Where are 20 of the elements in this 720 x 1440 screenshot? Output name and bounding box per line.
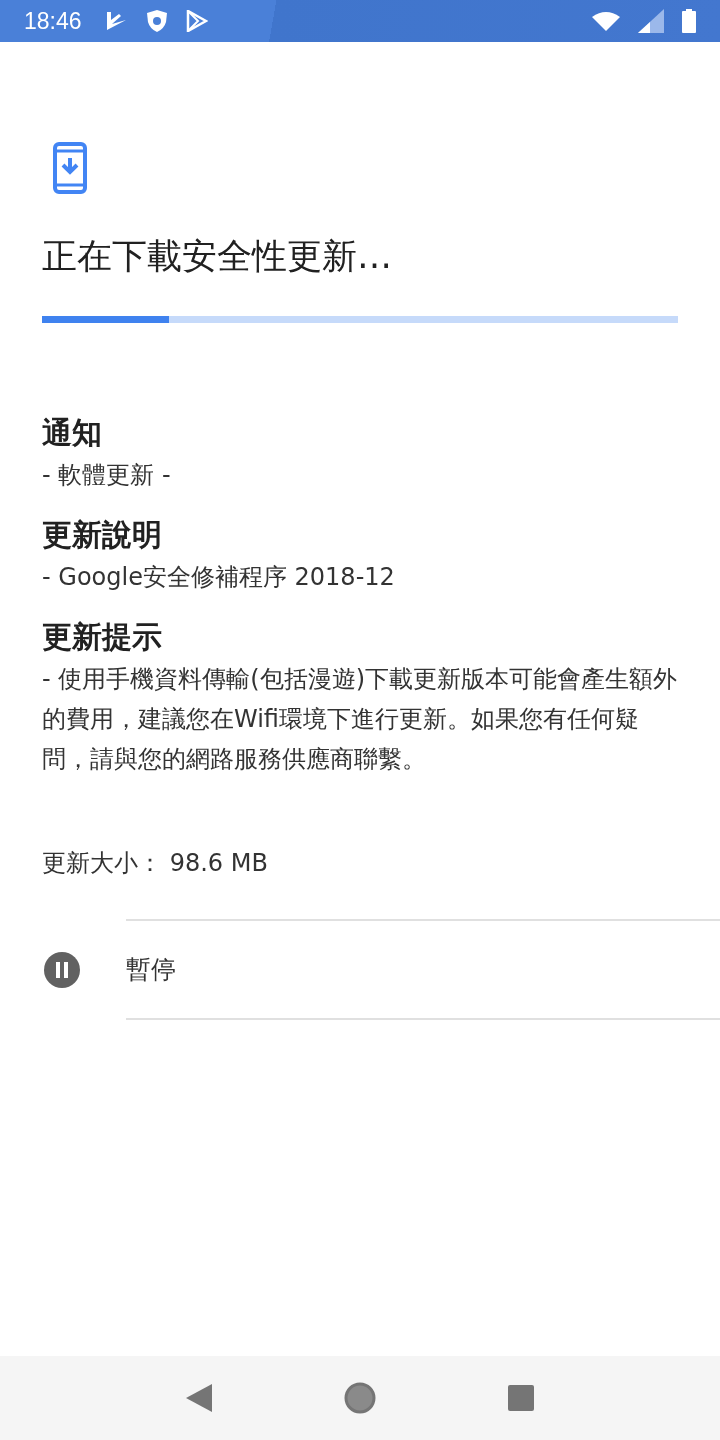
battery-icon: [682, 9, 696, 33]
section-heading: 更新說明: [42, 516, 162, 554]
section-heading: 通知: [42, 414, 102, 452]
clock: 18:46: [24, 7, 82, 35]
home-icon[interactable]: [344, 1382, 376, 1414]
phone-download-icon: [53, 142, 87, 194]
back-icon[interactable]: [186, 1384, 212, 1412]
play-store-icon: [185, 10, 208, 32]
wifi-icon: [592, 11, 620, 31]
pause-button[interactable]: 暫停: [126, 953, 176, 986]
signal-icon: [638, 9, 664, 33]
section-text: - 使用手機資料傳輸(包括漫遊)下載更新版本可能會產生額外的費用，建議您在Wifi環境下進行更新。如果您有任何疑問，請與您的網路服務供應商聯繫。: [42, 664, 678, 775]
section-text: - Google安全修補程序 2018-12: [42, 562, 396, 593]
checkmark-flag-icon: [105, 11, 128, 31]
shield-icon: [145, 9, 168, 33]
section-text: - 軟體更新 -: [42, 460, 172, 491]
pause-icon: [44, 951, 80, 988]
section-heading: 更新提示: [42, 618, 162, 656]
update-size: 更新大小： 98.6 MB: [42, 848, 268, 879]
page-title: 正在下載安全性更新…: [42, 235, 392, 278]
